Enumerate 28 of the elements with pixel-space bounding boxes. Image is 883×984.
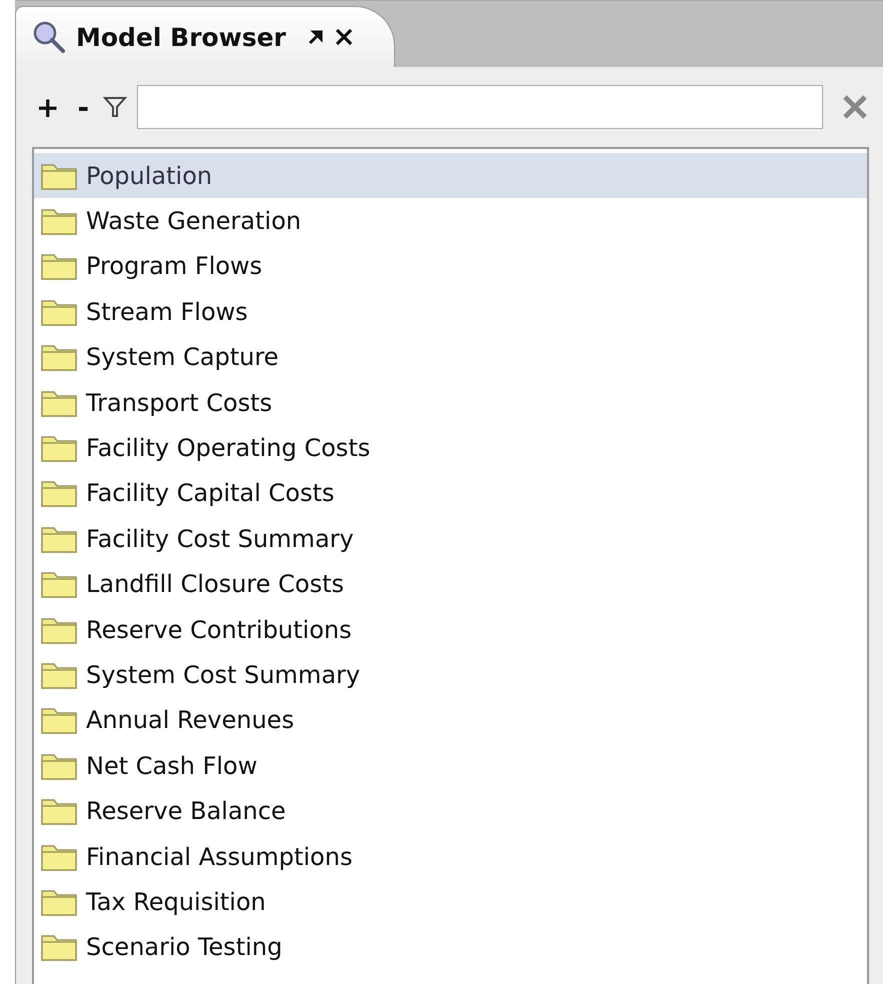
tree-item[interactable]: Program Flows (34, 244, 867, 290)
tree-item[interactable]: Facility Operating Costs (34, 425, 867, 471)
tree-item[interactable]: Annual Revenues (34, 698, 867, 744)
close-icon[interactable] (334, 27, 354, 47)
tree-item[interactable]: Reserve Balance (34, 788, 867, 834)
tree-item[interactable]: System Cost Summary (34, 652, 867, 698)
magnifier-icon (32, 20, 66, 54)
tree-item[interactable]: Population (34, 153, 867, 198)
model-browser-tab[interactable]: Model Browser (15, 6, 395, 67)
tree-item[interactable]: Facility Capital Costs (34, 470, 867, 516)
tree-item[interactable]: Tax Requisition (34, 879, 867, 925)
filter-field[interactable] (137, 85, 823, 129)
tree-item[interactable]: Financial Assumptions (34, 834, 867, 880)
tree-item[interactable]: Stream Flows (34, 289, 867, 335)
undock-arrow-icon[interactable] (308, 29, 324, 45)
tree-item[interactable]: Transport Costs (34, 380, 867, 426)
tree-item[interactable]: Facility Cost Summary (34, 516, 867, 562)
tree-item[interactable]: Landfill Closure Costs (34, 562, 867, 607)
tree-item[interactable]: System Capture (34, 334, 867, 380)
tab-title: Model Browser (76, 22, 286, 52)
collapse-button[interactable]: - (73, 90, 94, 124)
clear-icon[interactable] (841, 93, 869, 121)
tree-item[interactable]: Reserve Contributions (34, 606, 867, 652)
tree-item[interactable]: Waste Generation (34, 198, 867, 244)
filter-icon[interactable] (103, 95, 128, 119)
tree-item[interactable]: Scenario Testing (34, 924, 867, 970)
tree-item[interactable]: Net Cash Flow (34, 743, 867, 788)
expand-button[interactable]: + (32, 90, 64, 124)
